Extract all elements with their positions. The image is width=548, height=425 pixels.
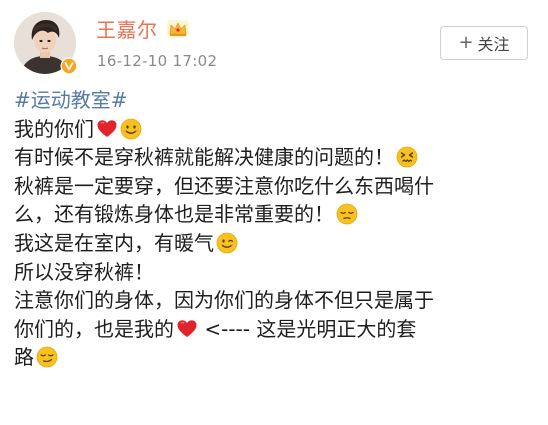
plus-icon: + bbox=[458, 32, 474, 53]
follow-button-label: 关注 bbox=[477, 35, 510, 54]
content-text: 你们的，也是我的 bbox=[14, 316, 174, 341]
content-text: 所以没穿秋裤！ bbox=[14, 259, 154, 284]
content-text: 我这是在室内，有暖气 bbox=[14, 230, 214, 255]
hashtag-line: #运动教室# bbox=[14, 86, 534, 115]
red-heart-icon bbox=[97, 119, 117, 137]
pensive-face-icon bbox=[336, 203, 358, 225]
content-text: 路 bbox=[14, 345, 34, 370]
hashtag-link[interactable]: #运动教室# bbox=[14, 88, 128, 112]
crown-vip-icon[interactable] bbox=[166, 19, 190, 39]
red-heart-icon bbox=[177, 319, 197, 337]
content-line: 我的你们 bbox=[14, 115, 534, 144]
confounded-face-icon bbox=[396, 146, 418, 168]
content-line: 注意你们的身体，因为你们的身体不但只是属于 bbox=[14, 286, 534, 315]
content-line: 所以没穿秋裤！ bbox=[14, 258, 534, 287]
smirking-face-icon bbox=[36, 346, 58, 368]
winking-face-icon bbox=[216, 232, 238, 254]
content-text: 注意你们的身体，因为你们的身体不但只是属于 bbox=[14, 288, 434, 313]
content-line: 你们的，也是我的 <---- 这是光明正大的套 bbox=[14, 315, 534, 344]
verified-badge-icon bbox=[60, 57, 78, 75]
post-timestamp[interactable]: 16-12-10 17:02 bbox=[97, 52, 217, 70]
content-line: 有时候不是穿秋裤就能解决健康的问题的！ bbox=[14, 143, 534, 172]
content-line: 路 bbox=[14, 343, 534, 372]
content-text: 我的你们 bbox=[14, 116, 94, 141]
content-line: 我这是在室内，有暖气 bbox=[14, 229, 534, 258]
post-content: #运动教室# 我的你们 有时候不是穿秋裤就能解决健康的问题的！ 秋裤是一定要穿，… bbox=[14, 86, 534, 372]
content-text: <---- 这是光明正大的套 bbox=[198, 316, 417, 341]
weibo-post-card: 王嘉尔 16-12-10 17:02 + 关注 #运动教室# 我的你们 有时候不… bbox=[0, 0, 548, 425]
content-text: 有时候不是穿秋裤就能解决健康的问题的！ bbox=[14, 145, 394, 170]
smiling-face-icon bbox=[120, 118, 142, 139]
follow-button[interactable]: + 关注 bbox=[440, 26, 528, 60]
author-name[interactable]: 王嘉尔 bbox=[96, 18, 158, 42]
content-line: 秋裤是一定要穿，但还要注意你吃什么东西喝什 bbox=[14, 172, 534, 201]
content-line: 么，还有锻炼身体也是非常重要的！ bbox=[14, 200, 534, 229]
content-text: 秋裤是一定要穿，但还要注意你吃什么东西喝什 bbox=[14, 173, 434, 198]
content-text: 么，还有锻炼身体也是非常重要的！ bbox=[14, 202, 334, 227]
